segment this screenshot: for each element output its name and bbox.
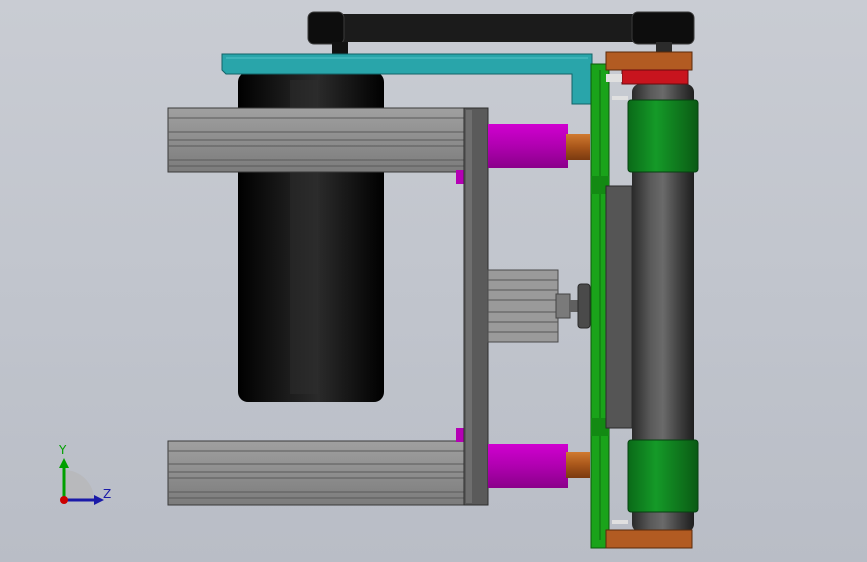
y-axis-label: Y: [58, 443, 67, 457]
lower-coupler-assembly: [488, 444, 590, 488]
roller: [627, 84, 699, 532]
x-axis-dot: [60, 496, 68, 504]
center-actuator: [487, 269, 591, 343]
roller-housing: [605, 185, 633, 429]
bottom-end-block: [605, 529, 693, 549]
bottom-extrusion: [167, 440, 467, 506]
z-axis-label: Z: [103, 487, 111, 501]
mounting-plate: [463, 107, 489, 506]
upper-coupler-assembly: [488, 124, 590, 168]
right-pulley-hub: [656, 42, 672, 52]
upper-bushing: [566, 134, 590, 160]
lower-sleeve: [627, 439, 699, 513]
upper-sleeve: [627, 99, 699, 173]
lower-bushing: [566, 452, 590, 478]
top-end-block: [605, 51, 693, 71]
left-pulley: [307, 11, 345, 45]
upper-coupler: [488, 124, 568, 168]
lower-coupler: [488, 444, 568, 488]
right-pulley: [631, 11, 695, 45]
assembly-drawing: Y Z: [58, 11, 699, 549]
top-red-part: [621, 69, 689, 85]
axis-triad: Y Z: [58, 443, 111, 505]
cad-viewport[interactable]: Y Z: [0, 0, 867, 562]
timing-belt-assembly: [307, 11, 695, 56]
top-extrusion: [167, 107, 467, 173]
